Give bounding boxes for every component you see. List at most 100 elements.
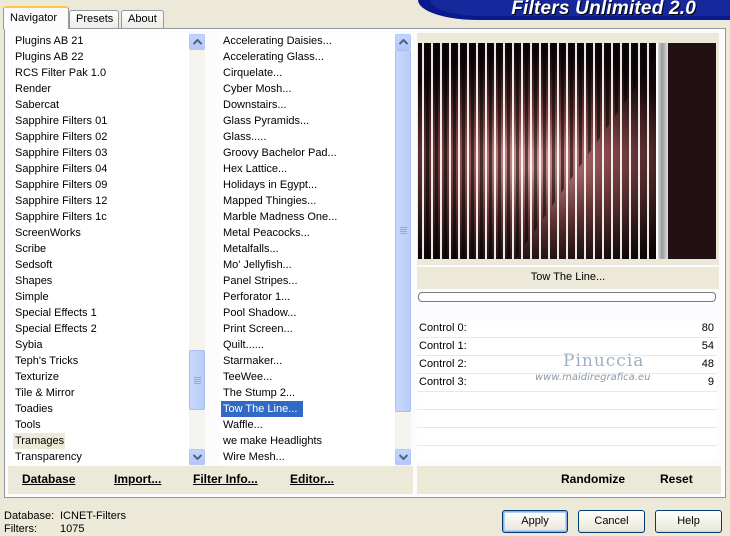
filter-item[interactable]: Accelerating Daisies...	[221, 33, 332, 49]
control-value: 9	[707, 376, 714, 388]
category-item[interactable]: Tools	[13, 417, 103, 433]
category-item[interactable]: Sapphire Filters 09	[13, 177, 107, 193]
category-item[interactable]: Sapphire Filters 04	[13, 161, 107, 177]
randomize-button[interactable]: Randomize	[561, 472, 625, 486]
filter-item[interactable]: Holidays in Egypt...	[221, 177, 317, 193]
category-item[interactable]: Sapphire Filters 02	[13, 129, 107, 145]
category-item[interactable]: Tile & Mirror	[13, 385, 103, 401]
filter-item[interactable]: TeeWee...	[221, 369, 272, 385]
category-item[interactable]: Teph's Tricks	[13, 353, 103, 369]
control-row[interactable]: Control 0: 80	[417, 321, 717, 338]
filter-item[interactable]: Perforator 1...	[221, 289, 290, 305]
scroll-down-button[interactable]	[395, 449, 411, 465]
scroll-up-button[interactable]	[189, 34, 205, 50]
preview-filter-name: Tow The Line...	[417, 267, 719, 289]
category-item[interactable]: Sapphire Filters 01	[13, 113, 107, 129]
banner-title: Filters Unlimited 2.0	[511, 0, 696, 19]
control-label: Control 3:	[419, 376, 467, 388]
category-item[interactable]: Scribe	[13, 241, 103, 257]
filters-count: 1075	[60, 523, 85, 535]
database-label: Database:	[4, 510, 55, 522]
category-item[interactable]: Sapphire Filters 03	[13, 145, 107, 161]
category-item[interactable]: Shapes	[13, 273, 103, 289]
category-scrollbar[interactable]	[189, 34, 205, 466]
filter-item[interactable]: The Stump 2...	[221, 385, 295, 401]
tab-about[interactable]: About	[121, 10, 164, 28]
reset-button[interactable]: Reset	[660, 472, 693, 486]
scroll-thumb[interactable]	[395, 50, 411, 412]
category-item[interactable]: ScreenWorks	[13, 225, 103, 241]
filter-item[interactable]: Metalfalls...	[221, 241, 279, 257]
control-label: Control 1:	[419, 340, 467, 352]
cancel-button[interactable]: Cancel	[578, 510, 645, 533]
filter-item[interactable]: Quilt......	[221, 337, 264, 353]
control-label: Control 0:	[419, 322, 467, 334]
title-banner: Filters Unlimited 2.0	[418, 0, 730, 20]
filter-item[interactable]: Metal Peacocks...	[221, 225, 310, 241]
category-item[interactable]: Sabercat	[13, 97, 103, 113]
help-button[interactable]: Help	[655, 510, 722, 533]
tab-presets[interactable]: Presets	[69, 10, 119, 28]
filter-item[interactable]: Print Screen...	[221, 321, 293, 337]
chevron-up-icon	[192, 39, 202, 45]
editor-button[interactable]: Editor...	[290, 472, 334, 486]
category-item[interactable]: Simple	[13, 289, 103, 305]
filter-list[interactable]: Accelerating Daisies... Accelerating Glas…	[221, 33, 397, 465]
filter-item[interactable]: Cyber Mosh...	[221, 81, 291, 97]
filter-item[interactable]: Pool Shadow...	[221, 305, 296, 321]
watermark-url: www.maidiregrafica.eu	[535, 372, 651, 383]
filter-item[interactable]: Tow The Line...	[221, 401, 303, 417]
filter-item[interactable]: Accelerating Glass...	[221, 49, 324, 65]
control-value: 80	[701, 322, 714, 334]
apply-button[interactable]: Apply	[502, 510, 568, 533]
filter-item[interactable]: Waffle...	[221, 417, 263, 433]
category-item[interactable]: Plugins AB 21	[13, 33, 103, 49]
category-item[interactable]: Special Effects 2	[13, 321, 103, 337]
import-button[interactable]: Import...	[114, 472, 161, 486]
scroll-thumb[interactable]	[189, 350, 205, 410]
category-item[interactable]: Special Effects 1	[13, 305, 103, 321]
category-item[interactable]: Sybia	[13, 337, 103, 353]
filter-item[interactable]: Groovy Bachelor Pad...	[221, 145, 337, 161]
controls-panel: Control 0: 80 Control 1: 54 Control 2: 4…	[417, 321, 717, 459]
tab-navigator[interactable]: Navigator	[3, 6, 69, 29]
scroll-up-button[interactable]	[395, 34, 411, 50]
control-row-empty	[417, 393, 717, 410]
filter-item[interactable]: Downstairs...	[221, 97, 287, 113]
control-label: Control 2:	[419, 358, 467, 370]
filter-item[interactable]: Panel Stripes...	[221, 273, 298, 289]
category-item[interactable]: RCS Filter Pak 1.0	[13, 65, 106, 81]
filter-item[interactable]: Marble Madness One...	[221, 209, 337, 225]
database-button[interactable]: Database	[22, 472, 75, 486]
category-item[interactable]: Texturize	[13, 369, 103, 385]
filter-item[interactable]: Wire Mesh...	[221, 449, 285, 465]
filter-item[interactable]: Glass.....	[221, 129, 266, 145]
category-item[interactable]: Toadies	[13, 401, 103, 417]
filter-item[interactable]: Mapped Thingies...	[221, 193, 316, 209]
category-item[interactable]: Transparency	[13, 449, 103, 465]
control-row-empty	[417, 411, 717, 428]
category-list[interactable]: Plugins AB 21 Plugins AB 22 RCS Filter Pak…	[13, 33, 189, 465]
filter-info-button[interactable]: Filter Info...	[193, 472, 258, 486]
database-status: Database: ICNET-Filters	[4, 510, 126, 522]
database-value: ICNET-Filters	[60, 510, 126, 522]
filter-item[interactable]: Glass Pyramids...	[221, 113, 309, 129]
preview-frame	[417, 33, 719, 265]
main-panel: Plugins AB 21 Plugins AB 22 RCS Filter Pak…	[4, 28, 726, 498]
category-item[interactable]: Sapphire Filters 1c	[13, 209, 107, 225]
category-item[interactable]: Tramages	[13, 433, 65, 449]
category-item[interactable]: Plugins AB 22	[13, 49, 103, 65]
filter-item[interactable]: Mo' Jellyfish...	[221, 257, 292, 273]
category-item[interactable]: Sapphire Filters 12	[13, 193, 107, 209]
control-value: 48	[701, 358, 714, 370]
scroll-down-button[interactable]	[189, 449, 205, 465]
category-item[interactable]: Render	[13, 81, 103, 97]
control-value: 54	[701, 340, 714, 352]
category-item[interactable]: Sedsoft	[13, 257, 103, 273]
filter-item[interactable]: Hex Lattice...	[221, 161, 287, 177]
filter-item[interactable]: we make Headlights	[221, 433, 322, 449]
filter-scrollbar[interactable]	[395, 34, 411, 466]
filter-item[interactable]: Starmaker...	[221, 353, 282, 369]
filter-item[interactable]: Cirquelate...	[221, 65, 282, 81]
watermark-name: Pinuccia	[563, 351, 645, 371]
